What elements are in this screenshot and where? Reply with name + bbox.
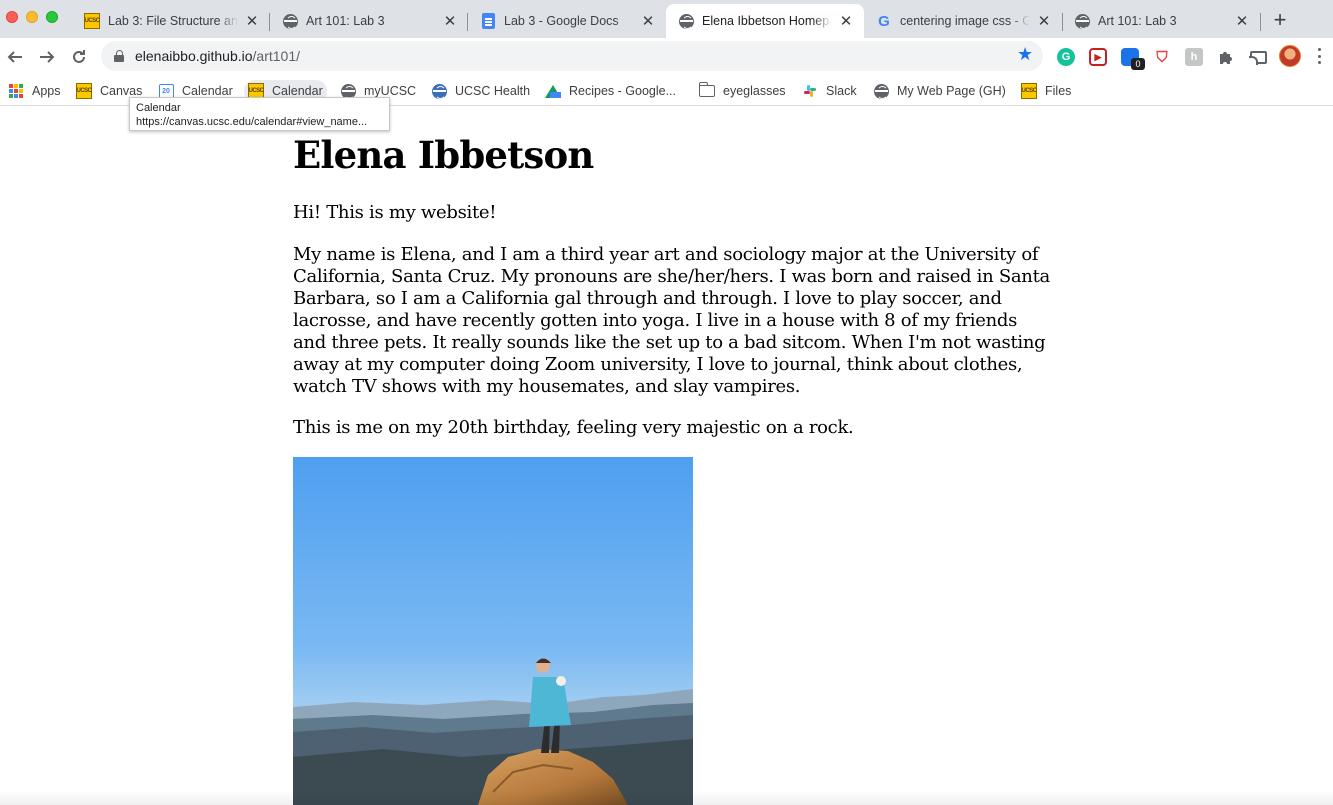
tab-title: Elena Ibbetson Homepage (702, 14, 832, 28)
tooltip-title: Calendar (136, 102, 181, 114)
ucsc-icon: UCSC (76, 83, 92, 99)
bookmark-label: UCSC Health (455, 84, 531, 98)
reload-button[interactable] (65, 43, 93, 71)
minimize-window-button[interactable] (26, 11, 38, 23)
globe-icon (431, 83, 447, 99)
close-tab-icon[interactable]: ✕ (1036, 13, 1052, 30)
url-host: elenaibbo.github.io (135, 48, 253, 64)
tab-art101-lab3-2[interactable]: Art 101: Lab 3 ✕ (1062, 4, 1260, 38)
new-tab-button[interactable]: + (1268, 7, 1292, 32)
tab-elena-homepage[interactable]: Elena Ibbetson Homepage ✕ (666, 4, 864, 38)
lock-icon[interactable] (114, 50, 124, 62)
bookmark-label: My Web Page (GH) (897, 84, 1006, 98)
reload-icon (73, 50, 85, 63)
bio-paragraph: My name is Elena, and I am a third year … (293, 244, 1050, 397)
ucsc-icon: UCSC (1021, 83, 1037, 99)
h-extension-icon[interactable]: h (1185, 48, 1203, 66)
globe-icon (282, 13, 298, 29)
tab-title: Art 101: Lab 3 (1098, 14, 1177, 28)
browser-menu-icon[interactable] (1316, 48, 1322, 64)
bookmark-tooltip: Calendar https://canvas.ucsc.edu/calenda… (129, 97, 390, 131)
google-docs-icon (480, 13, 496, 29)
close-tab-icon[interactable]: ✕ (640, 13, 656, 30)
close-tab-icon[interactable]: ✕ (838, 13, 854, 30)
close-window-button[interactable] (6, 11, 18, 23)
media-extension-icon[interactable]: ▶ (1089, 48, 1107, 66)
tab-strip: UCSC Lab 3: File Structure and ✕ Art 101… (0, 0, 1333, 38)
bookmark-my-web-page[interactable]: My Web Page (GH) (869, 80, 1010, 102)
globe-icon (1074, 13, 1090, 29)
back-button[interactable] (1, 43, 29, 71)
back-arrow-icon (7, 51, 22, 63)
extension-badge: 0 (1131, 58, 1145, 70)
address-bar[interactable]: elenaibbo.github.io/art101/ ★ (101, 41, 1043, 71)
bookmark-label: Apps (32, 84, 61, 98)
bookmark-label: Files (1045, 84, 1072, 98)
bookmark-label: Calendar (272, 84, 323, 98)
page-title: Elena Ibbetson (293, 133, 594, 177)
birthday-photo (293, 457, 693, 805)
globe-icon (873, 83, 889, 99)
zoom-window-button[interactable] (46, 11, 58, 23)
bookmark-recipes[interactable]: Recipes - Google... (541, 80, 680, 102)
bookmark-label: Slack (826, 84, 857, 98)
close-tab-icon[interactable]: ✕ (1234, 13, 1250, 30)
bookmark-label: Recipes - Google... (569, 84, 676, 98)
tab-centering-image-css[interactable]: G centering image css - Goo ✕ (864, 4, 1062, 38)
folder-icon (698, 82, 715, 99)
bookmark-ucsc-health[interactable]: UCSC Health (427, 80, 534, 102)
tab-title: Lab 3: File Structure and (108, 14, 238, 28)
tab-lab3-file-structure[interactable]: UCSC Lab 3: File Structure and ✕ (72, 4, 270, 38)
tab-lab3-google-docs[interactable]: Lab 3 - Google Docs ✕ (468, 4, 666, 38)
bookmark-apps[interactable]: Apps (4, 80, 65, 102)
tooltip-url: https://canvas.ucsc.edu/calendar#view_na… (136, 116, 368, 128)
google-icon: G (878, 12, 890, 30)
tab-title: Art 101: Lab 3 (306, 14, 385, 28)
bookmark-label: eyeglasses (723, 84, 786, 98)
ucsc-icon: UCSC (84, 13, 100, 29)
tab-title: Lab 3 - Google Docs (504, 14, 619, 28)
tab-title: centering image css - Goo (900, 14, 1030, 28)
close-tab-icon[interactable]: ✕ (442, 13, 458, 30)
bookmark-label: Calendar (182, 84, 233, 98)
globe-icon (678, 13, 694, 29)
url-path: /art101/ (252, 48, 301, 64)
forward-button[interactable] (33, 43, 61, 71)
extensions-puzzle-icon[interactable] (1217, 48, 1235, 66)
tab-separator (1260, 13, 1261, 31)
close-tab-icon[interactable]: ✕ (244, 13, 260, 30)
google-drive-icon (545, 83, 561, 99)
intro-paragraph: Hi! This is my website! (293, 202, 497, 223)
grammarly-extension-icon[interactable]: G (1057, 48, 1075, 66)
cast-icon[interactable] (1248, 48, 1267, 66)
apps-grid-icon (8, 83, 24, 99)
slack-icon (802, 83, 818, 99)
forward-arrow-icon (40, 51, 55, 63)
bookmark-folder-eyeglasses[interactable]: eyeglasses (695, 80, 790, 102)
shield-extension-icon[interactable]: ⛉ (1153, 48, 1171, 66)
bookmark-files[interactable]: UCSC Files (1017, 80, 1075, 102)
bookmark-slack[interactable]: Slack (798, 80, 861, 102)
page-content: Elena Ibbetson Hi! This is my website! M… (293, 107, 1053, 439)
bookmark-label: Canvas (100, 84, 143, 98)
bookmark-label: myUCSC (364, 84, 417, 98)
bookmark-star-icon[interactable]: ★ (1017, 44, 1033, 65)
browser-toolbar: elenaibbo.github.io/art101/ ★ G ▶ 0 ⛉ h (0, 38, 1333, 76)
url-text[interactable]: elenaibbo.github.io/art101/ (135, 48, 300, 64)
profile-avatar[interactable] (1279, 45, 1301, 67)
photo-caption: This is me on my 20th birthday, feeling … (293, 417, 854, 438)
tab-art101-lab3[interactable]: Art 101: Lab 3 ✕ (270, 4, 468, 38)
